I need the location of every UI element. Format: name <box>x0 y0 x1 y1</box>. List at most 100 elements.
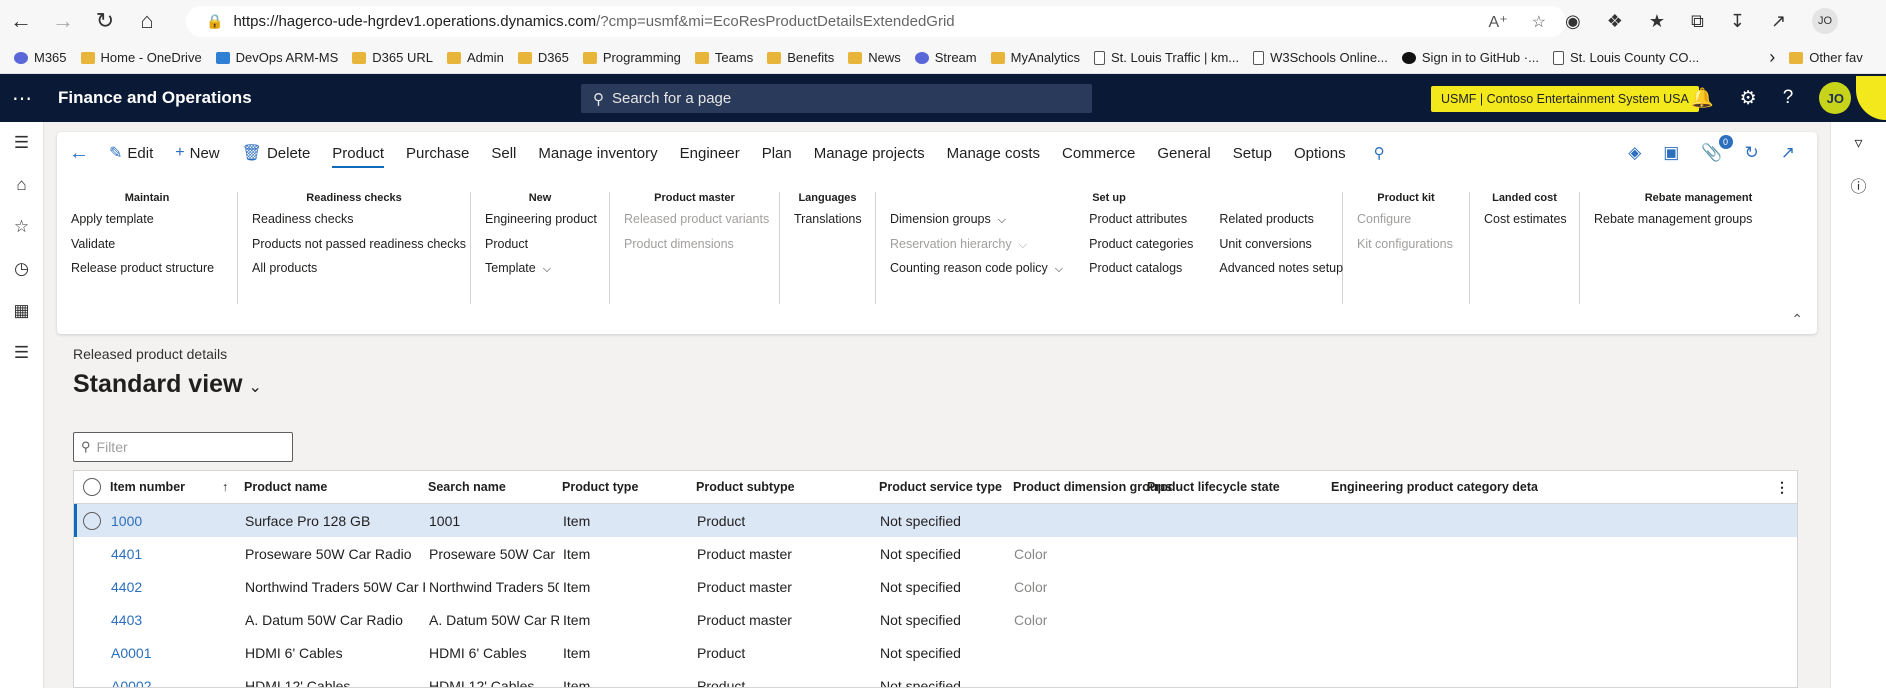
bookmark-item[interactable]: D365 URL <box>352 50 433 65</box>
ribbon-item[interactable]: Engineering product <box>485 212 597 237</box>
tab-general[interactable]: General <box>1157 132 1210 174</box>
item-number-link[interactable]: 4402 <box>111 579 142 595</box>
table-row[interactable]: A0002 HDMI 12' Cables HDMI 12' Cables Item P… <box>74 669 1797 688</box>
tab-manage-costs[interactable]: Manage costs <box>947 132 1040 174</box>
edit-button[interactable]: ✎ Edit <box>109 143 153 163</box>
back-arrow-icon[interactable]: ← <box>0 0 42 42</box>
ribbon-item[interactable]: Product catalogs <box>1089 261 1193 286</box>
new-button[interactable]: + New <box>175 144 219 162</box>
extension-icon[interactable]: ◉ <box>1565 11 1581 32</box>
tab-engineer[interactable]: Engineer <box>680 132 740 174</box>
app-title[interactable]: Finance and Operations <box>58 88 252 108</box>
row-select-radio[interactable] <box>83 511 101 530</box>
ribbon-item[interactable]: Related products <box>1219 212 1343 237</box>
column-header[interactable]: Product type <box>562 480 638 494</box>
bookmark-item[interactable]: Admin <box>446 50 504 65</box>
tab-product[interactable]: Product <box>332 132 384 174</box>
ribbon-item[interactable]: Translations <box>794 212 862 237</box>
forward-arrow-icon[interactable]: → <box>42 0 84 42</box>
more-options-icon[interactable]: ⋮ <box>1775 479 1789 496</box>
column-header[interactable]: Product service type <box>879 480 1002 494</box>
filter-input[interactable]: ⚲ Filter <box>73 432 293 462</box>
back-icon[interactable]: ← <box>69 142 89 165</box>
company-picker[interactable]: USMF | Contoso Entertainment System USA <box>1431 86 1699 112</box>
tab-purchase[interactable]: Purchase <box>406 132 469 174</box>
user-avatar[interactable]: JO <box>1819 82 1852 114</box>
bookmark-item[interactable]: News <box>848 50 901 65</box>
select-all-radio[interactable] <box>83 478 101 496</box>
ribbon-item[interactable]: Counting reason code policy ⌵ <box>890 261 1063 286</box>
table-row[interactable]: 1000 Surface Pro 128 GB 1001 Item Product Not… <box>74 504 1797 537</box>
ribbon-item[interactable]: Dimension groups ⌵ <box>890 212 1063 237</box>
ribbon-item[interactable]: Rebate management groups <box>1594 212 1752 237</box>
power-apps-icon[interactable]: ◈ <box>1628 143 1641 163</box>
ribbon-item[interactable]: Advanced notes setup <box>1219 261 1343 286</box>
other-favorites-folder[interactable]: Other fav <box>1789 50 1863 65</box>
bookmark-item[interactable]: Stream <box>914 50 977 65</box>
bookmark-item[interactable]: W3Schools Online... <box>1253 50 1388 65</box>
tab-sell[interactable]: Sell <box>491 132 516 174</box>
ribbon-item[interactable]: Release product structure <box>71 261 214 286</box>
column-header[interactable]: Engineering product category deta <box>1331 480 1538 494</box>
table-row[interactable]: A0001 HDMI 6' Cables HDMI 6' Cables Item Pro… <box>74 636 1797 669</box>
tab-commerce[interactable]: Commerce <box>1062 132 1135 174</box>
settings-gear-icon[interactable]: ⚙ <box>1740 87 1757 110</box>
recent-clock-icon[interactable]: ◷ <box>0 248 43 290</box>
favorites-icon[interactable]: ★ <box>1649 11 1665 32</box>
bookmark-item[interactable]: M365 <box>14 50 67 65</box>
tab-setup[interactable]: Setup <box>1233 132 1272 174</box>
tab-manage-projects[interactable]: Manage projects <box>814 132 925 174</box>
bookmarks-overflow-icon[interactable]: › <box>1769 47 1775 68</box>
ribbon-item[interactable]: Product categories <box>1089 237 1193 262</box>
modules-list-icon[interactable]: ☰ <box>0 332 43 374</box>
bookmark-item[interactable]: MyAnalytics <box>990 50 1080 65</box>
sort-ascending-icon[interactable]: ↑ <box>222 480 228 494</box>
bookmark-item[interactable]: Benefits <box>767 50 834 65</box>
table-row[interactable]: 4402 Northwind Traders 50W Car RadioNorth… <box>74 570 1797 603</box>
favorites-nav-icon[interactable]: ☆ <box>0 206 43 248</box>
collapse-chevron-icon[interactable]: ⌃ <box>1791 311 1803 328</box>
column-header[interactable]: Product name <box>244 480 327 494</box>
tab-manage-inventory[interactable]: Manage inventory <box>538 132 657 174</box>
view-selector[interactable]: Standard view ⌄ <box>73 370 262 399</box>
tab-options[interactable]: Options <box>1294 132 1346 174</box>
collections-icon[interactable]: ⧉ <box>1691 11 1704 32</box>
workspaces-icon[interactable]: ▦ <box>0 290 43 332</box>
ribbon-item[interactable]: Unit conversions <box>1219 237 1343 262</box>
browser-profile-avatar[interactable]: JO <box>1812 8 1839 34</box>
home-icon[interactable]: ⌂ <box>126 0 168 42</box>
column-header[interactable]: Item number <box>110 480 185 494</box>
column-header[interactable]: Search name <box>428 480 506 494</box>
read-aloud-icon[interactable]: A⁺ <box>1489 12 1508 32</box>
tab-plan[interactable]: Plan <box>762 132 792 174</box>
bookmark-item[interactable]: St. Louis County CO... <box>1552 50 1699 65</box>
column-header[interactable]: Product lifecycle state <box>1147 480 1280 494</box>
refresh-page-icon[interactable]: ↻ <box>1745 143 1759 163</box>
delete-button[interactable]: 🗑 Delete <box>242 143 311 163</box>
open-new-window-icon[interactable]: ↗ <box>1781 143 1795 163</box>
info-icon[interactable]: ⓘ <box>1831 164 1886 206</box>
ribbon-item[interactable]: All products <box>252 261 466 286</box>
item-number-link[interactable]: 4403 <box>111 612 142 628</box>
bookmark-item[interactable]: D365 <box>517 50 569 65</box>
item-number-link[interactable]: A0001 <box>111 645 151 661</box>
attachments-icon[interactable]: 📎 0 <box>1701 135 1733 163</box>
share-icon[interactable]: ↗ <box>1771 11 1786 32</box>
table-row[interactable]: 4403 A. Datum 50W Car Radio A. Datum 50W C… <box>74 603 1797 636</box>
ribbon-item[interactable]: Apply template <box>71 212 214 237</box>
table-row[interactable]: 4401 Proseware 50W Car Radio Proseware 50W… <box>74 537 1797 570</box>
action-search-icon[interactable]: ⚲ <box>1374 144 1385 162</box>
ribbon-item[interactable]: Validate <box>71 237 214 262</box>
downloads-icon[interactable]: ↧ <box>1730 11 1745 32</box>
item-number-link[interactable]: A0002 <box>111 678 151 688</box>
bookmark-item[interactable]: St. Louis Traffic | km... <box>1093 50 1239 65</box>
ribbon-item[interactable]: Product attributes <box>1089 212 1193 237</box>
address-bar[interactable]: 🔒 https://hagerco-ude-hgrdev1.operations… <box>186 6 1566 37</box>
bookmark-item[interactable]: Home - OneDrive <box>80 50 202 65</box>
refresh-icon[interactable]: ↻ <box>84 0 126 42</box>
ribbon-item[interactable]: Template ⌵ <box>485 261 597 286</box>
bookmark-item[interactable]: Teams <box>694 50 753 65</box>
home-nav-icon[interactable]: ⌂ <box>0 164 43 206</box>
ribbon-item[interactable]: Readiness checks <box>252 212 466 237</box>
column-header[interactable]: Product subtype <box>696 480 795 494</box>
